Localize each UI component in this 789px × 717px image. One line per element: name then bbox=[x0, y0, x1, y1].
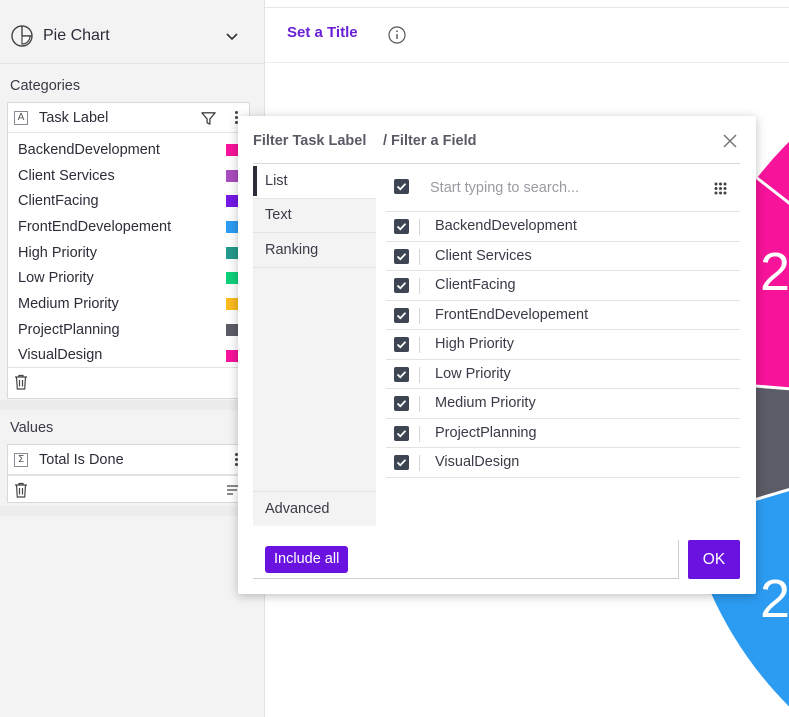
category-item[interactable]: Low Priority bbox=[8, 265, 249, 291]
filter-item[interactable]: FrontEndDevelopement bbox=[386, 301, 740, 330]
tab-advanced[interactable]: Advanced bbox=[253, 491, 376, 526]
color-swatch[interactable] bbox=[226, 195, 238, 208]
filter-item[interactable]: Medium Priority bbox=[386, 389, 740, 419]
color-swatch[interactable] bbox=[226, 246, 238, 259]
filter-mode-tabs: List Text Ranking Advanced bbox=[253, 164, 376, 526]
category-item[interactable]: BackendDevelopment bbox=[8, 137, 249, 163]
include-all-button[interactable]: Include all bbox=[265, 546, 349, 573]
filter-item[interactable]: Low Priority bbox=[386, 360, 740, 389]
filter-item-checkbox[interactable] bbox=[394, 307, 409, 323]
filter-item-label: ClientFacing bbox=[435, 277, 516, 293]
filter-item[interactable]: ClientFacing bbox=[386, 271, 740, 301]
categories-field-box: A Task Label BackendDevelopment Client S… bbox=[7, 102, 250, 399]
filter-item-label: BackendDevelopment bbox=[435, 218, 577, 234]
filter-item-checkbox[interactable] bbox=[394, 366, 409, 382]
filter-item-label: Low Priority bbox=[435, 365, 511, 382]
filter-item-checkbox[interactable] bbox=[394, 337, 409, 352]
filter-item[interactable]: High Priority bbox=[386, 330, 740, 360]
filter-icon[interactable] bbox=[200, 110, 217, 127]
category-label: Medium Priority bbox=[18, 295, 119, 312]
tab-ranking[interactable]: Ranking bbox=[253, 233, 376, 268]
grid-menu-icon[interactable] bbox=[714, 182, 727, 195]
pie-slice-label: 2 bbox=[760, 569, 789, 629]
categories-field-name: Task Label bbox=[39, 109, 109, 126]
color-swatch[interactable] bbox=[226, 323, 238, 336]
filter-item[interactable]: Client Services bbox=[386, 242, 740, 271]
tab-text[interactable]: Text bbox=[253, 199, 376, 233]
search-row bbox=[386, 164, 740, 212]
color-swatch[interactable] bbox=[226, 144, 238, 156]
filter-item-label: Medium Priority bbox=[435, 395, 536, 411]
search-input[interactable] bbox=[430, 176, 690, 200]
category-label: Low Priority bbox=[18, 270, 94, 287]
filter-item-checkbox[interactable] bbox=[394, 219, 409, 234]
dialog-subtitle: / Filter a Field bbox=[383, 133, 477, 149]
filter-item-label: FrontEndDevelopement bbox=[435, 306, 589, 323]
values-section-title: Values bbox=[10, 420, 54, 436]
filter-item-label: VisualDesign bbox=[435, 454, 520, 470]
color-swatch[interactable] bbox=[226, 272, 238, 285]
filter-dialog: Filter Task Label / Filter a Field List … bbox=[238, 116, 756, 594]
pie-chart-icon bbox=[11, 24, 33, 47]
select-all-checkbox[interactable] bbox=[394, 179, 409, 194]
info-icon[interactable] bbox=[388, 26, 406, 44]
category-label: High Priority bbox=[18, 244, 97, 261]
filter-item[interactable]: BackendDevelopment bbox=[386, 212, 740, 242]
category-item[interactable]: VisualDesign bbox=[8, 343, 249, 369]
footer-divider bbox=[253, 578, 679, 579]
filter-item-label: Client Services bbox=[435, 247, 532, 264]
values-field-box: Σ Total Is Done bbox=[7, 444, 250, 503]
filter-item-checkbox[interactable] bbox=[394, 248, 409, 264]
category-label: VisualDesign bbox=[18, 347, 103, 364]
categories-actions-row bbox=[8, 367, 249, 395]
chart-type-label: Pie Chart bbox=[43, 26, 110, 44]
category-label: ProjectPlanning bbox=[18, 321, 120, 338]
color-swatch[interactable] bbox=[226, 298, 238, 311]
filter-item-checkbox[interactable] bbox=[394, 455, 409, 470]
filter-item[interactable]: VisualDesign bbox=[386, 448, 740, 478]
category-item[interactable]: Client Services bbox=[8, 163, 249, 189]
filter-item-checkbox[interactable] bbox=[394, 396, 409, 411]
filter-value-list: BackendDevelopment Client Services Clien… bbox=[386, 164, 740, 478]
category-item[interactable]: Medium Priority bbox=[8, 291, 249, 317]
dialog-title: Filter Task Label bbox=[253, 133, 367, 149]
ok-button[interactable]: OK bbox=[688, 540, 740, 579]
values-actions-row bbox=[8, 475, 249, 503]
category-item[interactable]: ProjectPlanning bbox=[8, 317, 249, 343]
categories-section-title: Categories bbox=[10, 78, 81, 94]
sum-type-icon: Σ bbox=[14, 452, 28, 467]
category-item[interactable]: High Priority bbox=[8, 240, 249, 266]
categories-field-header[interactable]: A Task Label bbox=[8, 103, 249, 133]
chart-title-placeholder[interactable]: Set a Title bbox=[287, 24, 358, 41]
category-item[interactable]: ClientFacing bbox=[8, 188, 249, 214]
pie-slice-label: 2 bbox=[760, 242, 789, 302]
color-swatch[interactable] bbox=[226, 349, 238, 362]
trash-icon[interactable] bbox=[14, 374, 28, 390]
left-config-panel: Pie Chart Categories A Task Label Backen… bbox=[0, 0, 265, 717]
text-type-icon: A bbox=[14, 110, 28, 125]
filter-item-label: High Priority bbox=[435, 336, 514, 352]
close-icon[interactable] bbox=[722, 133, 738, 149]
category-label: ClientFacing bbox=[18, 193, 99, 210]
trash-icon[interactable] bbox=[14, 482, 28, 498]
filter-item-checkbox[interactable] bbox=[394, 278, 409, 293]
tab-list[interactable]: List bbox=[253, 164, 376, 199]
color-swatch[interactable] bbox=[226, 221, 238, 234]
panel-divider bbox=[0, 400, 264, 410]
footer-divider bbox=[678, 540, 679, 578]
filter-item-label: ProjectPlanning bbox=[435, 424, 537, 441]
chevron-down-icon[interactable] bbox=[224, 28, 240, 44]
category-label: FrontEndDevelopement bbox=[18, 218, 172, 235]
panel-divider bbox=[0, 506, 264, 516]
color-swatch[interactable] bbox=[226, 169, 238, 182]
category-label: Client Services bbox=[18, 167, 115, 184]
values-field-name: Total Is Done bbox=[39, 451, 124, 468]
category-list: BackendDevelopment Client Services Clien… bbox=[8, 133, 249, 368]
chart-type-selector[interactable]: Pie Chart bbox=[0, 8, 264, 64]
filter-item[interactable]: ProjectPlanning bbox=[386, 419, 740, 448]
filter-item-checkbox[interactable] bbox=[394, 425, 409, 441]
values-field-header[interactable]: Σ Total Is Done bbox=[8, 445, 249, 475]
category-label: BackendDevelopment bbox=[18, 141, 160, 158]
category-item[interactable]: FrontEndDevelopement bbox=[8, 214, 249, 240]
